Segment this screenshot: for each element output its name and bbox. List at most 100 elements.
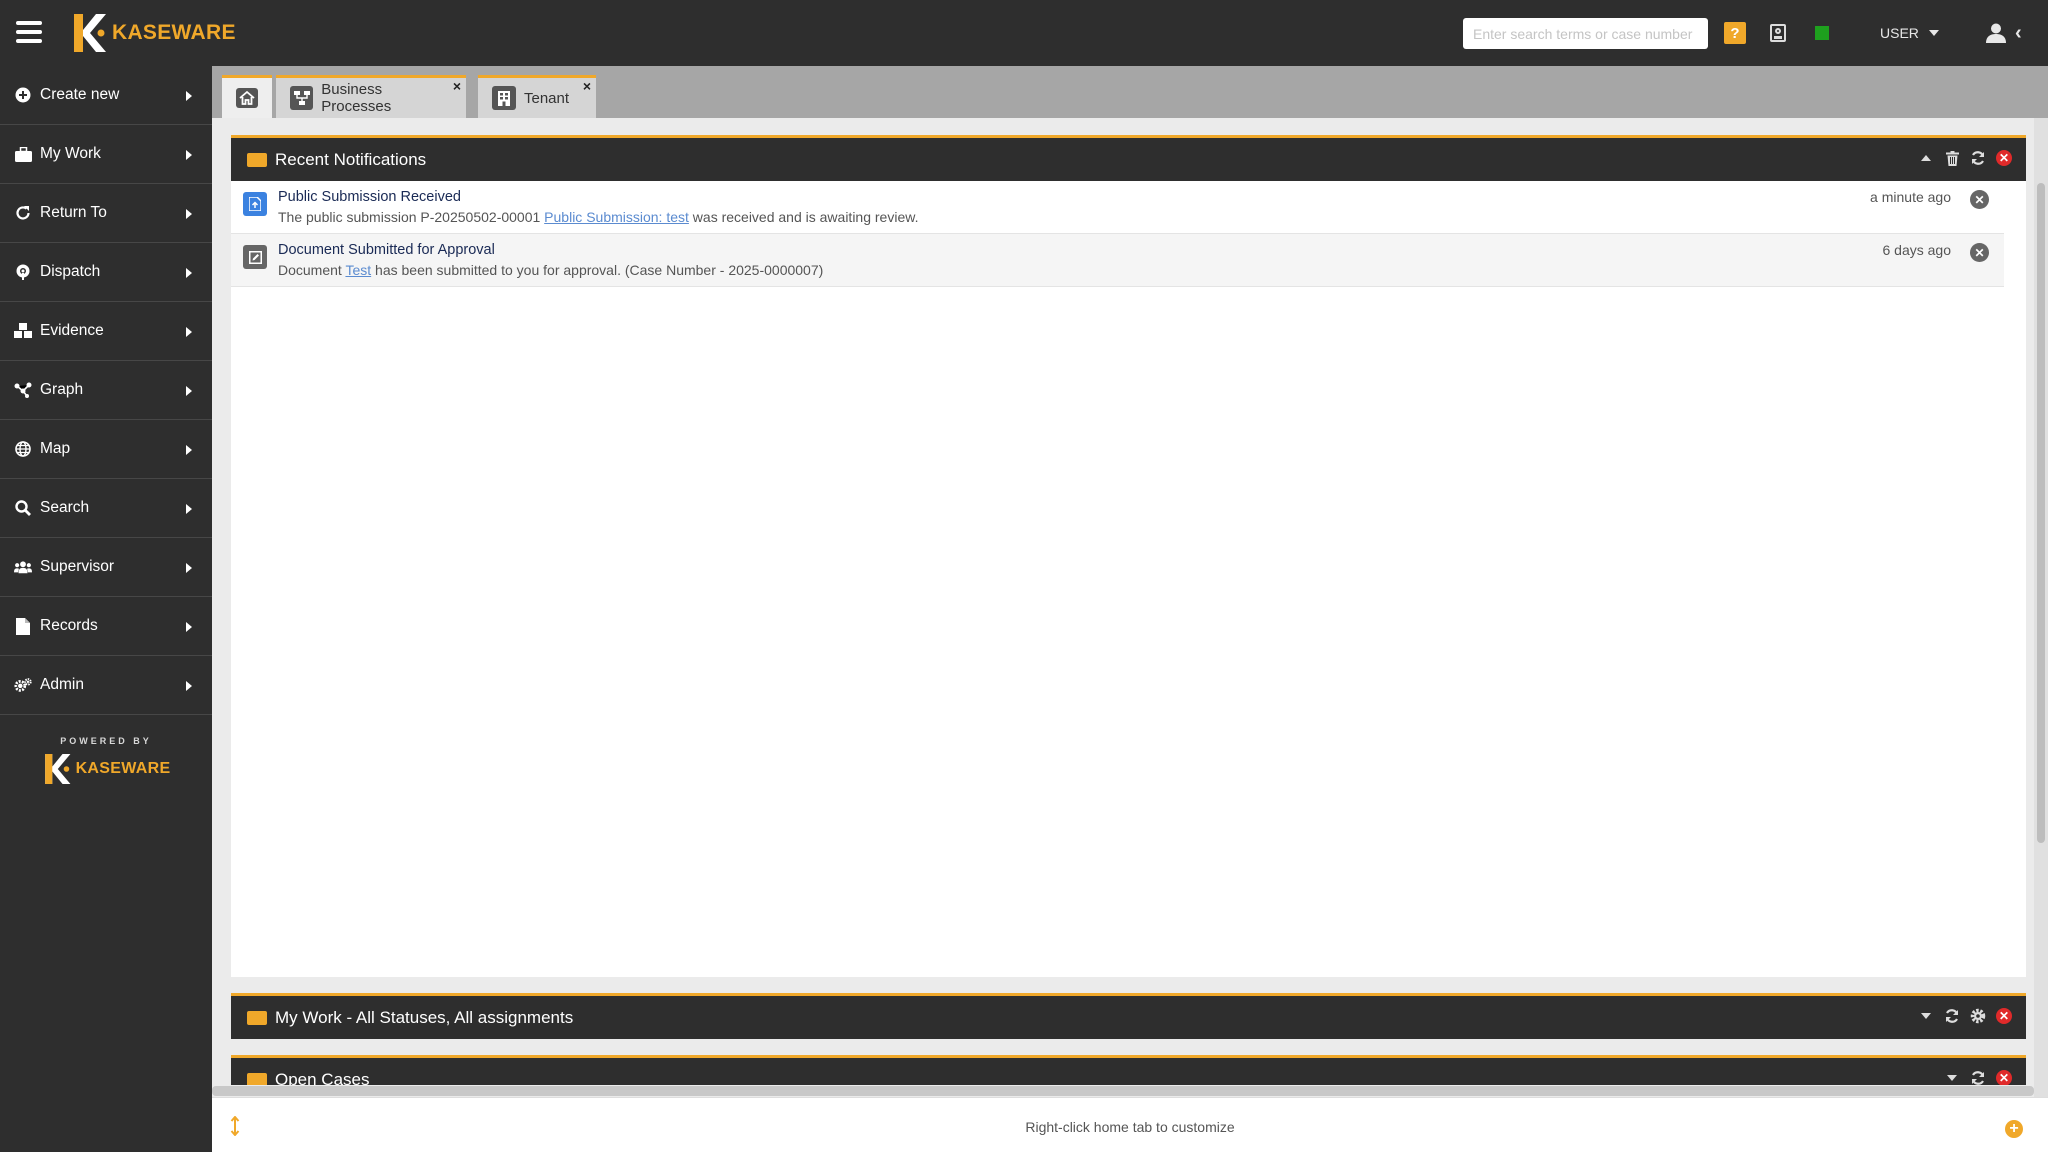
search-input[interactable] <box>1463 18 1708 49</box>
kaseware-k-icon <box>74 14 106 52</box>
my-work-panel: My Work - All Statuses, All assignments … <box>231 993 2026 1039</box>
sidebar-item-records[interactable]: Records <box>0 597 212 656</box>
horizontal-scrollbar[interactable] <box>212 1086 2034 1096</box>
user-profile-icon[interactable] <box>1985 22 2007 44</box>
tab-business-processes[interactable]: Business Processes × <box>276 75 466 118</box>
notification-body: Document Test has been submitted to you … <box>278 262 2004 278</box>
caret-right-icon <box>186 445 192 455</box>
caret-right-icon <box>186 622 192 632</box>
expand-down-icon[interactable] <box>1918 1008 1934 1024</box>
graph-icon <box>14 381 32 399</box>
close-icon[interactable]: × <box>453 78 461 94</box>
caret-right-icon <box>186 91 192 101</box>
kaseware-logo[interactable]: KASEWARE <box>70 12 236 54</box>
panel-header[interactable]: Open Cases ✕ <box>231 1055 2026 1085</box>
sidebar-item-label: Graph <box>40 381 84 398</box>
vertical-scrollbar[interactable] <box>2034 118 2048 1152</box>
submission-icon <box>243 192 267 216</box>
notification-link[interactable]: Test <box>345 262 371 278</box>
kaseware-k-icon <box>44 754 70 784</box>
sidebar-item-create-new[interactable]: Create new <box>0 66 212 125</box>
sidebar-item-label: Dispatch <box>40 263 101 280</box>
close-panel-icon[interactable]: ✕ <box>1996 1070 2012 1085</box>
notifications-icon <box>247 152 267 167</box>
sidebar-item-evidence[interactable]: Evidence <box>0 302 212 361</box>
panel-tools: ✕ <box>1918 150 2012 166</box>
close-icon[interactable]: × <box>583 78 591 94</box>
user-dropdown[interactable]: USER <box>1880 22 1939 44</box>
notification-title: Document Submitted for Approval <box>278 242 495 258</box>
sidebar-item-supervisor[interactable]: Supervisor <box>0 538 212 597</box>
panel-title: Recent Notifications <box>275 149 427 169</box>
brand-name: KASEWARE <box>112 21 236 44</box>
expand-down-icon[interactable] <box>1944 1070 1960 1085</box>
gear-icon[interactable] <box>1970 1008 1986 1024</box>
refresh-icon <box>14 204 32 222</box>
tab-tenant[interactable]: Tenant × <box>478 75 596 118</box>
caret-down-icon <box>1928 30 1939 36</box>
powered-by-label: POWERED BY <box>60 736 152 746</box>
add-widget-icon[interactable]: + <box>2005 1120 2023 1138</box>
sidebar-item-admin[interactable]: Admin <box>0 656 212 715</box>
help-button[interactable]: ? <box>1724 22 1746 44</box>
open-cases-panel: Open Cases ✕ <box>231 1055 2026 1085</box>
tab-home[interactable] <box>222 75 272 118</box>
sidebar-item-label: Map <box>40 440 71 457</box>
notification-item[interactable]: Public Submission Received The public su… <box>231 181 2004 234</box>
caret-right-icon <box>186 386 192 396</box>
sidebar-item-label: Admin <box>40 676 84 693</box>
notification-text: Document <box>278 262 346 278</box>
folder-open-icon <box>247 1072 267 1085</box>
notification-item[interactable]: Document Submitted for Approval Document… <box>231 234 2004 287</box>
sidebar-item-graph[interactable]: Graph <box>0 361 212 420</box>
panel-header[interactable]: My Work - All Statuses, All assignments … <box>231 993 2026 1039</box>
status-indicator <box>1815 26 1829 40</box>
scrollbar-thumb[interactable] <box>2037 183 2045 843</box>
panel-tools: ✕ <box>1918 1008 2012 1024</box>
refresh-icon[interactable] <box>1970 1070 1986 1085</box>
dismiss-icon[interactable]: ✕ <box>1970 190 1989 209</box>
notification-link[interactable]: Public Submission: test <box>544 209 689 225</box>
trash-icon[interactable] <box>1944 150 1960 166</box>
refresh-icon[interactable] <box>1944 1008 1960 1024</box>
sidebar-item-label: Create new <box>40 86 120 103</box>
id-badge-icon[interactable] <box>1770 24 1786 42</box>
notification-body: The public submission P-20250502-00001 P… <box>278 209 2004 225</box>
main-area: Business Processes × Tenant × Recent Not… <box>212 66 2048 1152</box>
sidebar-item-label: Supervisor <box>40 558 115 575</box>
briefcase-icon <box>14 145 32 163</box>
caret-right-icon <box>186 209 192 219</box>
notification-text: has been submitted to you for approval. … <box>371 262 824 278</box>
plus-circle-icon <box>14 86 32 104</box>
broadcast-icon <box>14 263 32 281</box>
caret-right-icon <box>186 681 192 691</box>
caret-right-icon <box>186 563 192 573</box>
notification-title: Public Submission Received <box>278 189 461 205</box>
collapse-up-icon[interactable] <box>1918 150 1934 166</box>
notification-time: a minute ago <box>1870 189 1951 205</box>
footer-bar: Right-click home tab to customize + <box>212 1097 2048 1152</box>
panel-tools: ✕ <box>1944 1070 2012 1085</box>
sidebar-item-my-work[interactable]: My Work <box>0 125 212 184</box>
refresh-icon[interactable] <box>1970 150 1986 166</box>
sidebar-item-dispatch[interactable]: Dispatch <box>0 243 212 302</box>
sidebar-item-search[interactable]: Search <box>0 479 212 538</box>
panel-title: My Work - All Statuses, All assignments <box>275 1007 574 1027</box>
caret-right-icon <box>186 150 192 160</box>
close-panel-icon[interactable]: ✕ <box>1996 1008 2012 1024</box>
search-icon <box>14 499 32 517</box>
hamburger-menu-icon[interactable] <box>16 21 42 43</box>
sidebar-item-return-to[interactable]: Return To <box>0 184 212 243</box>
recent-notifications-panel: Recent Notifications ✕ Public Submission… <box>231 135 2026 977</box>
inbox-icon <box>247 1010 267 1025</box>
powered-brand-name: KASEWARE <box>75 760 171 777</box>
chevron-left-icon[interactable]: ‹ <box>2015 22 2029 44</box>
sidebar-item-map[interactable]: Map <box>0 420 212 479</box>
sidebar-item-label: Records <box>40 617 98 634</box>
tab-strip: Business Processes × Tenant × <box>212 66 2048 118</box>
user-label: USER <box>1880 25 1919 41</box>
home-icon <box>236 88 258 108</box>
close-panel-icon[interactable]: ✕ <box>1996 150 2012 166</box>
sidebar-item-label: Search <box>40 499 90 516</box>
dismiss-icon[interactable]: ✕ <box>1970 243 1989 262</box>
